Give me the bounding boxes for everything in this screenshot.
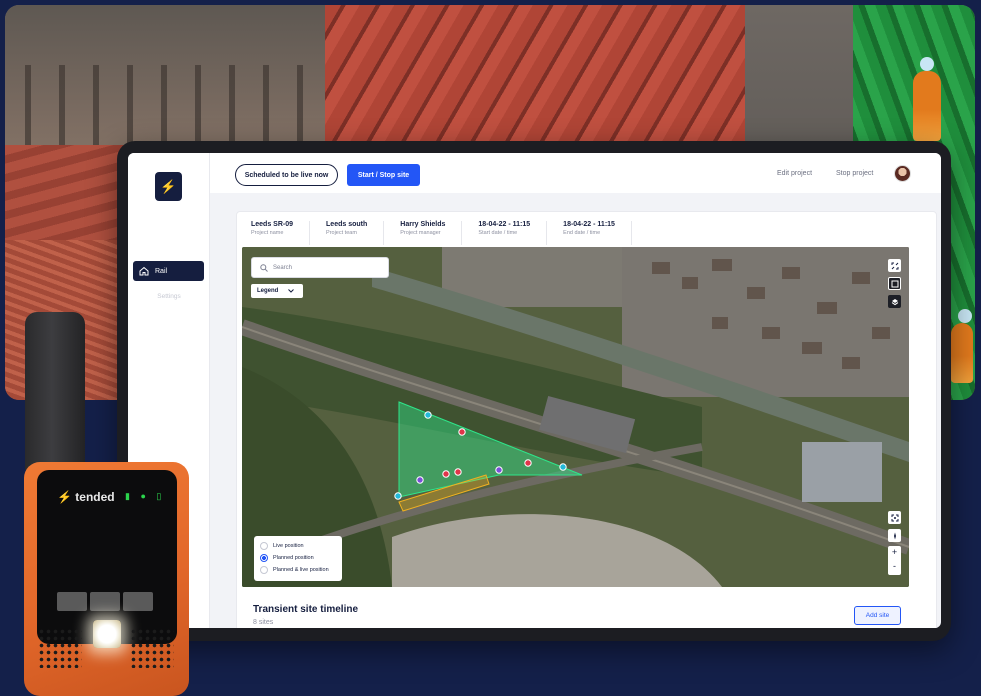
timeline-title: Transient site timeline <box>253 604 359 615</box>
speaker-grille <box>38 628 82 668</box>
zoom-out-button[interactable]: - <box>888 560 901 574</box>
speaker-grille <box>130 628 174 668</box>
meta-value: 18-04-22 - 11:15 <box>563 221 615 228</box>
fullscreen-button[interactable] <box>888 259 901 272</box>
chevron-down-icon <box>288 289 295 293</box>
device-light-button[interactable] <box>93 620 121 648</box>
sidebar-item-settings[interactable]: Settings <box>128 293 210 300</box>
device-antenna <box>25 312 85 472</box>
meta-label: End date / time <box>563 230 601 236</box>
layers-icon <box>891 298 898 305</box>
legend-option-label: Live position <box>273 543 304 549</box>
zoom-in-button[interactable]: + <box>888 546 901 560</box>
legend-option-planned[interactable]: Planned position <box>260 552 336 564</box>
radio-button[interactable] <box>260 554 268 562</box>
meta-value: 18-04-22 - 11:15 <box>478 221 531 228</box>
device-key[interactable] <box>90 592 120 611</box>
meta-label: Project name <box>251 230 284 236</box>
device-face: ⚡ tended ▮ ● ▯ <box>37 470 177 648</box>
device-status-icons: ▮ ● ▯ <box>125 491 166 501</box>
square-icon <box>891 280 898 287</box>
device-key[interactable] <box>57 592 87 611</box>
meta-label: Project manager <box>400 230 441 236</box>
home-icon <box>139 266 149 276</box>
legend-option-label: Planned & live position <box>273 567 329 573</box>
zoom-control: + - <box>888 546 901 575</box>
search-placeholder: Search <box>273 264 293 271</box>
compass-icon <box>893 532 896 539</box>
locate-button[interactable] <box>888 529 901 542</box>
start-datetime-field: 18-04-22 - 11:15 Start date / time <box>478 221 548 245</box>
legend-option-live[interactable]: Live position <box>260 540 336 552</box>
photo-worker <box>951 309 973 383</box>
add-site-button[interactable]: Add site <box>854 606 901 625</box>
tablet-frame: ⚡ Rail Settings Scheduled to be live now… <box>117 141 951 641</box>
schedule-status-button[interactable]: Scheduled to be live now <box>235 164 338 186</box>
meta-label: Project team <box>326 230 357 236</box>
meta-label: Start date / time <box>478 230 518 236</box>
start-stop-site-button[interactable]: Start / Stop site <box>347 164 420 186</box>
device-key[interactable] <box>123 592 153 611</box>
avatar[interactable] <box>894 165 911 182</box>
edit-project-link[interactable]: Edit project <box>777 170 812 177</box>
map-search-input[interactable]: Search <box>251 257 389 278</box>
end-datetime-field: 18-04-22 - 11:15 End date / time <box>563 221 632 245</box>
timeline-count: 8 sites <box>253 619 274 626</box>
focus-button[interactable] <box>888 511 901 524</box>
legend-option-label: Planned position <box>273 555 314 561</box>
project-name-field: Leeds SR-09 Project name <box>251 221 311 245</box>
legend-dropdown-label: Legend <box>257 288 279 294</box>
app-logo[interactable]: ⚡ <box>155 172 182 201</box>
device-keys <box>57 592 153 611</box>
project-manager-field: Harry Shields Project manager <box>400 221 463 245</box>
project-meta: Leeds SR-09 Project name Leeds south Pro… <box>251 221 648 245</box>
device-brand: ⚡ tended <box>57 490 115 504</box>
device-brand-text: tended <box>75 490 115 504</box>
aerial-imagery <box>242 247 909 587</box>
meta-value: Leeds south <box>326 221 368 228</box>
sidebar-item-label: Rail <box>155 267 168 275</box>
position-legend: Live position Planned position Planned &… <box>254 536 342 581</box>
legend-dropdown[interactable]: Legend <box>251 284 303 298</box>
meta-value: Harry Shields <box>400 221 446 228</box>
tracker-device: ⚡ tended ▮ ● ▯ <box>24 462 189 696</box>
radio-button[interactable] <box>260 542 268 550</box>
photo-worker <box>913 57 941 141</box>
search-icon <box>260 263 268 272</box>
logo-glyph: ⚡ <box>160 178 177 194</box>
legend-option-planned-live[interactable]: Planned & live position <box>260 564 336 576</box>
topbar: Scheduled to be live now Start / Stop si… <box>210 153 941 193</box>
sidebar-item-rail[interactable]: Rail <box>133 261 204 281</box>
expand-icon <box>891 262 898 269</box>
satellite-map[interactable]: Search Legend + - Live position Planned … <box>242 247 909 587</box>
layers-button[interactable] <box>888 295 901 308</box>
draw-shape-button[interactable] <box>888 277 901 290</box>
target-icon <box>891 514 898 521</box>
stop-project-link[interactable]: Stop project <box>836 170 873 177</box>
project-team-field: Leeds south Project team <box>326 221 385 245</box>
meta-value: Leeds SR-09 <box>251 221 294 228</box>
app-screen: ⚡ Rail Settings Scheduled to be live now… <box>128 153 941 628</box>
project-card: Leeds SR-09 Project name Leeds south Pro… <box>236 211 937 628</box>
radio-button[interactable] <box>260 566 268 574</box>
